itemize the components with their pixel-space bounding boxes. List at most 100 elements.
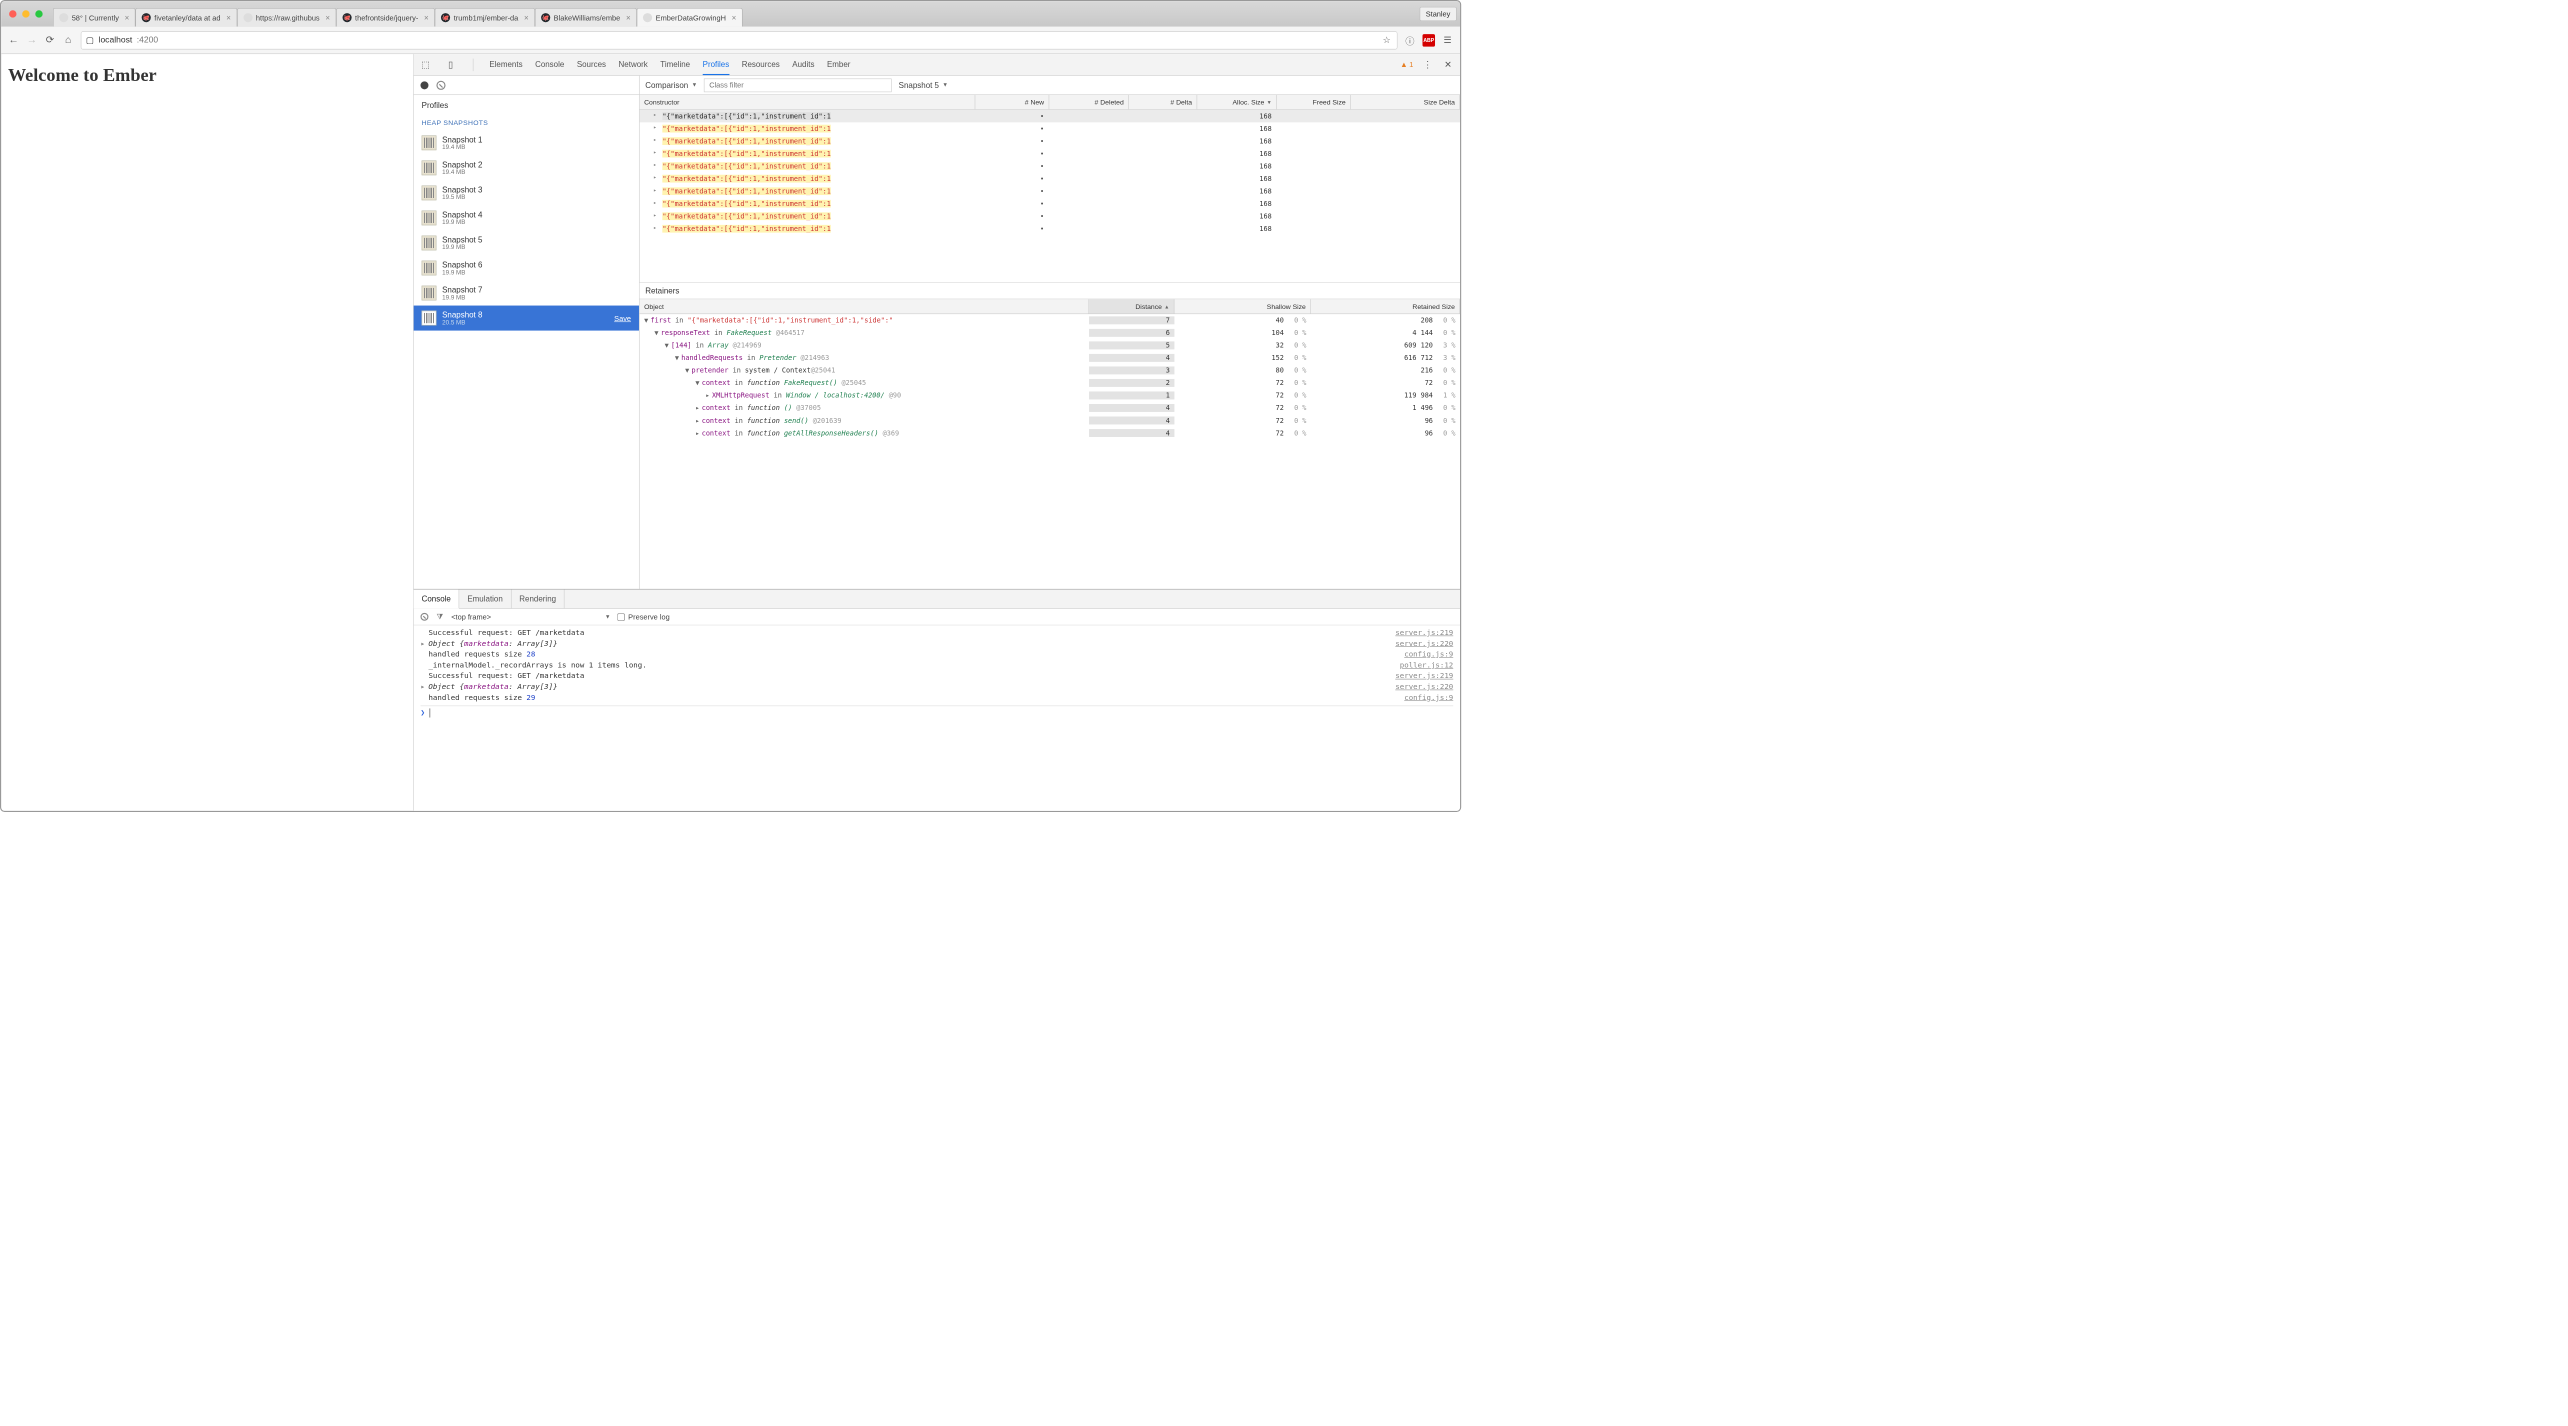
reload-icon[interactable]: ⟳ bbox=[44, 34, 55, 45]
adblock-icon[interactable]: ABP bbox=[1423, 34, 1436, 47]
console-source-link[interactable]: server.js:219 bbox=[1395, 672, 1453, 681]
tab-close-icon[interactable]: × bbox=[325, 13, 330, 22]
console-source-link[interactable]: config.js:9 bbox=[1404, 694, 1453, 703]
constructor-row[interactable]: "{"marketdata":[{"id":1,"instrument_id":… bbox=[640, 147, 1460, 160]
clear-console-icon[interactable] bbox=[420, 613, 428, 621]
device-icon[interactable]: ▯ bbox=[444, 58, 457, 71]
col-retained[interactable]: Retained Size bbox=[1311, 299, 1460, 313]
col-new[interactable]: # New bbox=[975, 95, 1049, 109]
drawer-tab-rendering[interactable]: Rendering bbox=[511, 589, 564, 608]
console-source-link[interactable]: server.js:219 bbox=[1395, 629, 1453, 638]
browser-tab[interactable]: 🐙thefrontside/jquery-× bbox=[336, 8, 435, 27]
filter-icon[interactable]: ⧩ bbox=[435, 612, 444, 621]
retainer-row[interactable]: ▼handledRequests in Pretender @214963415… bbox=[640, 352, 1460, 365]
devtools-tab-sources[interactable]: Sources bbox=[577, 55, 606, 75]
forward-icon[interactable]: → bbox=[26, 34, 37, 45]
snapshot-item[interactable]: Snapshot 219.4 MB bbox=[414, 155, 639, 180]
col-constructor[interactable]: Constructor bbox=[640, 95, 976, 109]
kebab-icon[interactable]: ⋮ bbox=[1421, 58, 1434, 71]
close-icon[interactable]: ✕ bbox=[1442, 58, 1455, 71]
snapshot-item[interactable]: Snapshot 119.4 MB bbox=[414, 130, 639, 155]
minimize-window-icon[interactable] bbox=[22, 10, 29, 17]
browser-tab[interactable]: 58° | Currently× bbox=[53, 8, 136, 27]
constructor-row[interactable]: "{"marketdata":[{"id":1,"instrument_id":… bbox=[640, 185, 1460, 198]
constructor-row[interactable]: "{"marketdata":[{"id":1,"instrument_id":… bbox=[640, 122, 1460, 135]
record-icon[interactable] bbox=[420, 81, 428, 89]
tab-close-icon[interactable]: × bbox=[424, 13, 429, 22]
tab-close-icon[interactable]: × bbox=[226, 13, 231, 22]
col-size-delta[interactable]: Size Delta bbox=[1351, 95, 1460, 109]
snapshot-item[interactable]: Snapshot 519.9 MB bbox=[414, 230, 639, 255]
snapshot-item[interactable]: Snapshot 619.9 MB bbox=[414, 255, 639, 280]
retainer-row[interactable]: ▼context in function FakeRequest() @2504… bbox=[640, 377, 1460, 390]
browser-tab[interactable]: 🐙BlakeWilliams/embe× bbox=[535, 8, 637, 27]
devtools-tab-ember[interactable]: Ember bbox=[827, 55, 850, 75]
retainer-row[interactable]: ▸context in function send() @2016394720 … bbox=[640, 414, 1460, 427]
browser-tab[interactable]: https://raw.githubus× bbox=[237, 8, 336, 27]
warning-badge[interactable]: ▲1 bbox=[1400, 60, 1413, 69]
frame-selector[interactable]: <top frame>▼ bbox=[451, 613, 610, 622]
constructor-row[interactable]: "{"marketdata":[{"id":1,"instrument_id":… bbox=[640, 197, 1460, 210]
constructor-row[interactable]: "{"marketdata":[{"id":1,"instrument_id":… bbox=[640, 160, 1460, 173]
devtools-tab-network[interactable]: Network bbox=[619, 55, 648, 75]
retainer-row[interactable]: ▸XMLHttpRequest in Window / localhost:42… bbox=[640, 389, 1460, 402]
console-source-link[interactable]: poller.js:12 bbox=[1400, 661, 1453, 670]
tab-close-icon[interactable]: × bbox=[125, 13, 130, 22]
console-source-link[interactable]: server.js:220 bbox=[1395, 683, 1453, 692]
devtools-tab-profiles[interactable]: Profiles bbox=[703, 55, 730, 75]
browser-tab[interactable]: 🐙fivetanley/data at ad× bbox=[136, 8, 238, 27]
col-freed-size[interactable]: Freed Size bbox=[1277, 95, 1351, 109]
constructor-row[interactable]: "{"marketdata":[{"id":1,"instrument_id":… bbox=[640, 210, 1460, 223]
constructor-row[interactable]: "{"marketdata":[{"id":1,"instrument_id":… bbox=[640, 135, 1460, 148]
console-prompt[interactable]: ❯ bbox=[420, 706, 1453, 720]
retainer-row[interactable]: ▼pretender in system / Context@250413800… bbox=[640, 364, 1460, 377]
devtools-tab-resources[interactable]: Resources bbox=[742, 55, 780, 75]
drawer-tab-emulation[interactable]: Emulation bbox=[459, 589, 511, 608]
drawer-tab-console[interactable]: Console bbox=[414, 589, 460, 608]
devtools-tab-audits[interactable]: Audits bbox=[792, 55, 814, 75]
home-icon[interactable]: ⌂ bbox=[63, 34, 74, 45]
col-shallow[interactable]: Shallow Size bbox=[1174, 299, 1311, 313]
tab-close-icon[interactable]: × bbox=[626, 13, 631, 22]
baseline-selector[interactable]: Snapshot 5▼ bbox=[899, 81, 948, 90]
col-delta[interactable]: # Delta bbox=[1129, 95, 1197, 109]
devtools-tab-elements[interactable]: Elements bbox=[489, 55, 522, 75]
console-source-link[interactable]: config.js:9 bbox=[1404, 650, 1453, 659]
menu-icon[interactable]: ☰ bbox=[1442, 34, 1453, 45]
retainer-row[interactable]: ▼responseText in FakeRequest @4645176104… bbox=[640, 327, 1460, 340]
preserve-log-input[interactable] bbox=[617, 613, 624, 620]
tab-close-icon[interactable]: × bbox=[732, 13, 737, 22]
snapshot-item[interactable]: Snapshot 419.9 MB bbox=[414, 205, 639, 230]
maximize-window-icon[interactable] bbox=[35, 10, 42, 17]
snapshot-item[interactable]: Snapshot 719.9 MB bbox=[414, 281, 639, 306]
retainer-row[interactable]: ▼[144] in Array @2149695320 %609 1203 % bbox=[640, 339, 1460, 352]
retainer-row[interactable]: ▸context in function getAllResponseHeade… bbox=[640, 427, 1460, 440]
back-icon[interactable]: ← bbox=[8, 34, 19, 45]
retainer-row[interactable]: ▸context in function () @370054720 %1 49… bbox=[640, 402, 1460, 415]
snapshot-item[interactable]: Snapshot 820.5 MBSave bbox=[414, 306, 639, 331]
col-distance[interactable]: Distance▲ bbox=[1089, 299, 1174, 313]
tab-close-icon[interactable]: × bbox=[524, 13, 529, 22]
constructor-row[interactable]: "{"marketdata":[{"id":1,"instrument_id":… bbox=[640, 172, 1460, 185]
console-source-link[interactable]: server.js:220 bbox=[1395, 640, 1453, 649]
devtools-tab-console[interactable]: Console bbox=[535, 55, 564, 75]
browser-tab[interactable]: EmberDataGrowingH× bbox=[637, 8, 743, 27]
constructor-row[interactable]: "{"marketdata":[{"id":1,"instrument_id":… bbox=[640, 110, 1460, 123]
close-window-icon[interactable] bbox=[9, 10, 16, 17]
retainer-row[interactable]: ▼first in "{"marketdata":[{"id":1,"instr… bbox=[640, 314, 1460, 327]
view-selector[interactable]: Comparison▼ bbox=[645, 81, 697, 90]
class-filter-input[interactable] bbox=[704, 78, 892, 92]
clear-icon[interactable] bbox=[436, 81, 445, 90]
snapshot-item[interactable]: Snapshot 319.5 MB bbox=[414, 180, 639, 205]
browser-profile-button[interactable]: Stanley bbox=[1419, 7, 1456, 21]
address-bar[interactable]: ▢ localhost:4200 ☆ bbox=[81, 31, 1398, 49]
inspect-icon[interactable]: ⬚ bbox=[419, 58, 432, 71]
devtools-tab-timeline[interactable]: Timeline bbox=[660, 55, 690, 75]
col-alloc-size[interactable]: Alloc. Size▼ bbox=[1197, 95, 1277, 109]
col-deleted[interactable]: # Deleted bbox=[1049, 95, 1129, 109]
star-icon[interactable]: ☆ bbox=[1381, 34, 1392, 45]
col-object[interactable]: Object bbox=[640, 299, 1090, 313]
info-icon[interactable]: ⓘ bbox=[1404, 34, 1415, 45]
constructor-row[interactable]: "{"marketdata":[{"id":1,"instrument_id":… bbox=[640, 222, 1460, 235]
preserve-log-checkbox[interactable]: Preserve log bbox=[617, 613, 669, 622]
